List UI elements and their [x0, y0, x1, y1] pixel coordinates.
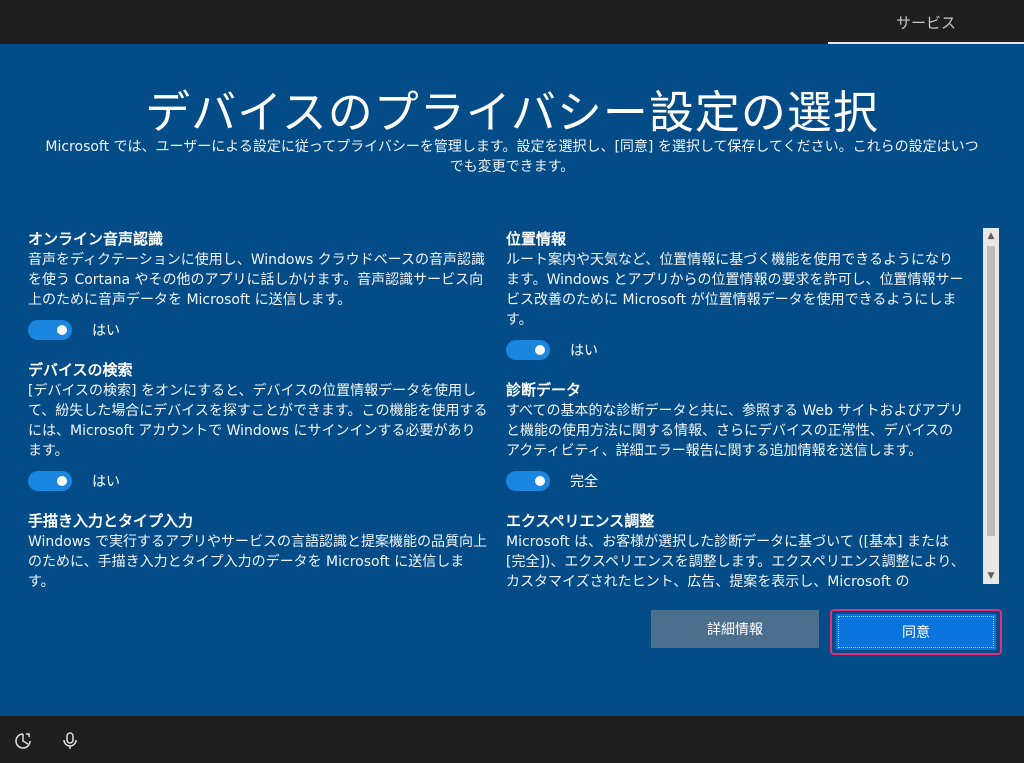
section-title: オンライン音声認識 [28, 230, 164, 248]
toggle-label: はい [92, 323, 120, 339]
find-device-toggle-row: はい [28, 466, 488, 496]
diagnostics-toggle[interactable] [506, 471, 550, 491]
top-bar: サービス [0, 0, 1024, 44]
toggle-knob [535, 476, 545, 486]
toggle-label: はい [570, 343, 598, 359]
section-diagnostics: 診断データ すべての基本的な診断データと共に、参照する Web サイトおよびアプ… [506, 379, 966, 496]
settings-column-right: 位置情報 ルート案内や天気など、位置情報に基づく機能を使用できるようになります。… [506, 228, 966, 588]
settings-scroll-area[interactable]: オンライン音声認識 音声をディクテーションに使用し、Windows クラウドベー… [28, 228, 978, 588]
toggle-label: はい [92, 474, 120, 490]
scrollbar-thumb[interactable] [987, 246, 995, 536]
find-device-toggle[interactable] [28, 471, 72, 491]
speech-toggle-row: はい [28, 315, 488, 345]
section-description: 音声をディクテーションに使用し、Windows クラウドベースの音声認識を使う … [28, 252, 485, 308]
toggle-knob [57, 325, 67, 335]
ease-of-access-icon[interactable] [14, 732, 32, 750]
section-description: すべての基本的な診断データと共に、参照する Web サイトおよびアプリと機能の使… [506, 403, 964, 459]
toggle-knob [535, 345, 545, 355]
section-location: 位置情報 ルート案内や天気など、位置情報に基づく機能を使用できるようになります。… [506, 228, 966, 365]
settings-scrollbar[interactable]: ▲ ▼ [983, 228, 999, 584]
location-toggle-row: はい [506, 335, 966, 365]
section-inking-typing: 手描き入力とタイプ入力 Windows で実行するアプリやサービスの言語認識と提… [28, 510, 488, 588]
scroll-down-arrow-icon[interactable]: ▼ [983, 568, 999, 584]
page-subtitle: Microsoft では、ユーザーによる設定に従ってプライバシーを管理します。設… [45, 139, 979, 175]
speech-toggle[interactable] [28, 320, 72, 340]
learn-more-button[interactable]: 詳細情報 [651, 610, 819, 648]
bottom-bar [0, 716, 1024, 763]
section-online-speech: オンライン音声認識 音声をディクテーションに使用し、Windows クラウドベー… [28, 228, 488, 345]
section-find-device: デバイスの検索 [デバイスの検索] をオンにすると、デバイスの位置情報データを使… [28, 359, 488, 496]
section-description: Microsoft は、お客様が選択した診断データに基づいて ([基本] または… [506, 534, 965, 588]
agree-button[interactable]: 同意 [836, 614, 996, 650]
section-description: [デバイスの検索] をオンにすると、デバイスの位置情報データを使用して、紛失した… [28, 383, 488, 459]
toggle-label: 完全 [570, 474, 598, 490]
toggle-knob [57, 476, 67, 486]
section-description: Windows で実行するアプリやサービスの言語認識と提案機能の品質向上のために… [28, 534, 487, 588]
location-toggle[interactable] [506, 340, 550, 360]
section-title: デバイスの検索 [28, 361, 133, 379]
scroll-up-arrow-icon[interactable]: ▲ [983, 228, 999, 244]
section-description: ルート案内や天気など、位置情報に基づく機能を使用できるようになります。Windo… [506, 252, 964, 328]
settings-column-left: オンライン音声認識 音声をディクテーションに使用し、Windows クラウドベー… [28, 228, 488, 588]
section-title: 位置情報 [506, 230, 567, 248]
section-tailored-experiences: エクスペリエンス調整 Microsoft は、お客様が選択した診断データに基づい… [506, 510, 966, 588]
page-title: デバイスのプライバシー設定の選択 [145, 86, 879, 139]
diagnostics-toggle-row: 完全 [506, 466, 966, 496]
section-title: 診断データ [506, 381, 582, 399]
agree-button-focus-ring: 同意 [830, 609, 1002, 655]
microphone-icon[interactable] [62, 732, 78, 750]
section-title: エクスペリエンス調整 [506, 512, 655, 530]
tab-services[interactable]: サービス [896, 12, 956, 33]
section-title: 手描き入力とタイプ入力 [28, 512, 194, 530]
